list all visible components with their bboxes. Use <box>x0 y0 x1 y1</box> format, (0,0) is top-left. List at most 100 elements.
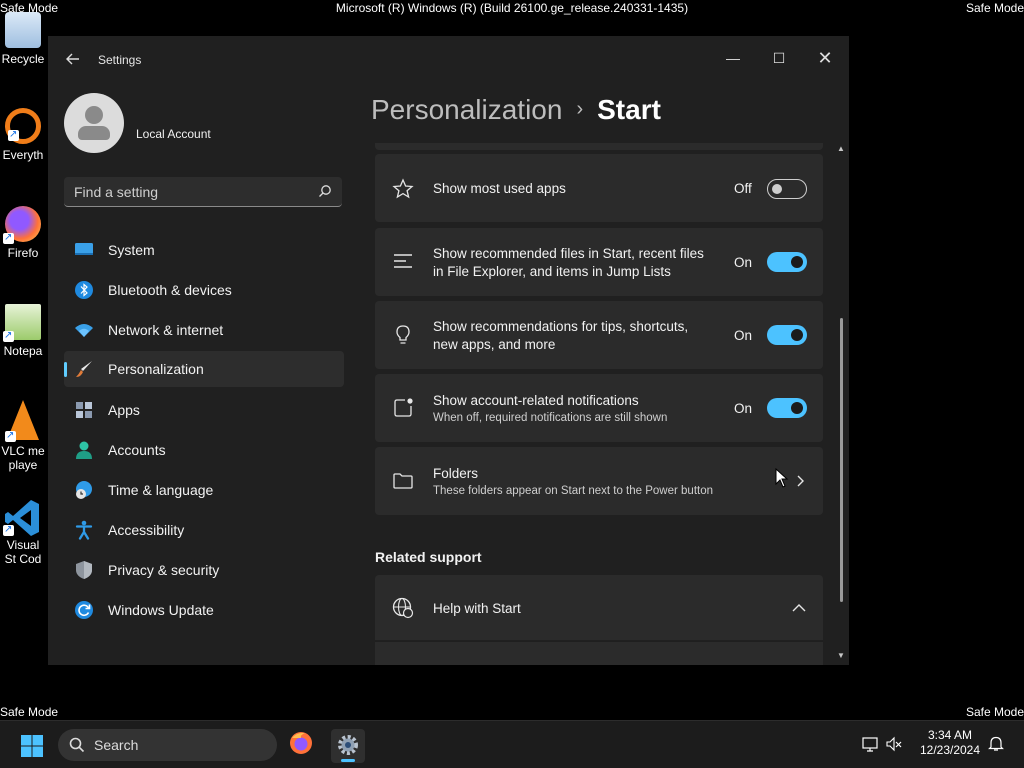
setting-title: Show account-related notifications <box>433 393 639 408</box>
sidebar-item-time-language[interactable]: Time & language <box>64 472 344 508</box>
accessibility-icon <box>75 520 93 540</box>
safe-mode-label: Safe Mode <box>965 705 1024 719</box>
vlc-icon <box>5 400 39 443</box>
notepad-icon <box>3 304 41 343</box>
app-title: Settings <box>98 53 142 67</box>
brush-icon <box>76 361 92 377</box>
sidebar-item-apps[interactable]: Apps <box>64 392 344 428</box>
notification-icon <box>394 398 413 417</box>
maximize-button[interactable]: ☐ <box>756 42 802 74</box>
scroll-up-arrow-icon[interactable]: ▲ <box>837 144 845 153</box>
setting-card-folders[interactable]: Folders These folders appear on Start ne… <box>375 447 823 515</box>
back-button[interactable] <box>62 50 84 72</box>
clock-globe-icon <box>76 481 92 499</box>
sidebar-item-label: Accessibility <box>108 522 185 538</box>
recommendations-tips-toggle[interactable] <box>767 325 807 345</box>
star-icon <box>392 178 414 199</box>
setting-subtitle: These folders appear on Start next to th… <box>433 485 714 497</box>
sidebar-item-accessibility[interactable]: Accessibility <box>64 512 344 548</box>
settings-window: Settings — ☐ ✕ Local Account System Blue… <box>48 36 849 665</box>
title-bar[interactable]: Settings — ☐ ✕ <box>48 36 849 84</box>
search-icon <box>69 737 85 753</box>
help-item-title: Help with Start <box>433 601 521 616</box>
desktop-icon-label: Notepa <box>3 344 43 358</box>
setting-subtitle: When off, required notifications are sti… <box>433 412 668 424</box>
scrollbar-thumb[interactable] <box>840 318 843 602</box>
shortcut-arrow-icon <box>5 429 16 443</box>
start-button[interactable] <box>20 734 44 758</box>
most-used-apps-toggle[interactable] <box>767 179 807 199</box>
system-clock[interactable]: 3:34 AM 12/23/2024 <box>912 728 988 758</box>
mouse-cursor-icon <box>775 468 789 488</box>
wifi-icon <box>75 324 93 337</box>
firefox-icon <box>3 206 41 245</box>
avatar-body <box>78 126 110 140</box>
bluetooth-icon <box>75 281 93 299</box>
help-expander-content <box>375 642 823 665</box>
sidebar-item-privacy-security[interactable]: Privacy & security <box>64 552 344 588</box>
sidebar-item-network[interactable]: Network & internet <box>64 312 344 348</box>
taskbar-search-box[interactable]: Search <box>58 729 277 761</box>
toggle-knob <box>791 402 803 414</box>
sidebar-item-label: Privacy & security <box>108 562 220 578</box>
shortcut-arrow-icon <box>3 329 14 343</box>
help-with-start-expander[interactable]: Help with Start <box>375 575 823 640</box>
clock-date: 12/23/2024 <box>919 743 981 757</box>
accounts-icon <box>76 441 92 459</box>
sidebar-item-personalization[interactable]: Personalization <box>64 351 344 387</box>
related-support-heading: Related support <box>375 549 482 565</box>
page-title: Start <box>597 94 661 125</box>
gear-icon <box>338 735 358 755</box>
taskbar-firefox-button[interactable] <box>288 730 314 756</box>
toggle-knob <box>791 329 803 341</box>
setting-card-account-notifications: Show account-related notifications When … <box>375 374 823 442</box>
find-setting-input[interactable] <box>64 177 316 207</box>
setting-card-most-used-apps: Show most used apps Off <box>375 154 823 222</box>
desktop-icon-notepad[interactable]: Notepa <box>0 304 46 358</box>
sidebar-item-system[interactable]: System <box>64 232 344 268</box>
back-arrow-icon <box>66 53 79 65</box>
minimize-button[interactable]: — <box>710 42 756 74</box>
sidebar-item-label: Accounts <box>108 442 166 458</box>
chevron-right-icon: › <box>576 98 584 120</box>
find-setting-search-box[interactable] <box>64 177 342 207</box>
close-button[interactable]: ✕ <box>802 42 848 74</box>
search-icon[interactable] <box>318 184 332 198</box>
shortcut-arrow-icon <box>8 128 19 142</box>
account-notifications-toggle[interactable] <box>767 398 807 418</box>
folder-icon <box>393 473 413 489</box>
desktop-icon-vscode[interactable]: Visual St Cod <box>0 498 46 566</box>
sidebar-item-label: System <box>108 242 155 258</box>
breadcrumb: Personalization › Start <box>371 94 661 126</box>
avatar[interactable] <box>64 93 124 153</box>
system-icon <box>75 243 93 255</box>
taskbar: Search 3:34 AM 12/23/2024 <box>0 720 1024 768</box>
setting-card-recommended-files: Show recommended files in Start, recent … <box>375 228 823 296</box>
sidebar-item-bluetooth[interactable]: Bluetooth & devices <box>64 272 344 308</box>
setting-title-line1: Show recommendations for tips, shortcuts… <box>433 319 689 334</box>
sidebar-item-windows-update[interactable]: Windows Update <box>64 592 344 628</box>
lightbulb-icon <box>396 325 410 344</box>
chevron-up-icon[interactable] <box>792 603 806 613</box>
desktop-icon-label: VLC me playe <box>1 444 45 472</box>
update-icon <box>75 601 93 619</box>
desktop-icon-everything[interactable]: Everyth <box>0 108 46 162</box>
running-indicator <box>341 759 355 762</box>
shortcut-arrow-icon <box>3 523 14 537</box>
safe-mode-label: Safe Mode <box>0 705 59 719</box>
scroll-down-arrow-icon[interactable]: ▼ <box>837 651 845 660</box>
sidebar-item-accounts[interactable]: Accounts <box>64 432 344 468</box>
desktop-icon-recycle-bin[interactable]: Recycle <box>0 12 46 66</box>
setting-card-recommendations-tips: Show recommendations for tips, shortcuts… <box>375 301 823 369</box>
network-status-icon[interactable] <box>862 736 878 752</box>
sidebar-item-label: Apps <box>108 402 140 418</box>
recommended-files-toggle[interactable] <box>767 252 807 272</box>
desktop-icon-firefox[interactable]: Firefo <box>0 206 46 260</box>
taskbar-settings-button[interactable] <box>331 729 365 763</box>
breadcrumb-parent[interactable]: Personalization <box>371 94 562 125</box>
toggle-knob <box>772 184 782 194</box>
volume-muted-icon[interactable] <box>886 736 902 752</box>
desktop-icon-vlc[interactable]: VLC me playe <box>0 400 46 472</box>
notification-bell-icon[interactable] <box>988 736 1004 752</box>
shortcut-arrow-icon <box>3 231 14 245</box>
